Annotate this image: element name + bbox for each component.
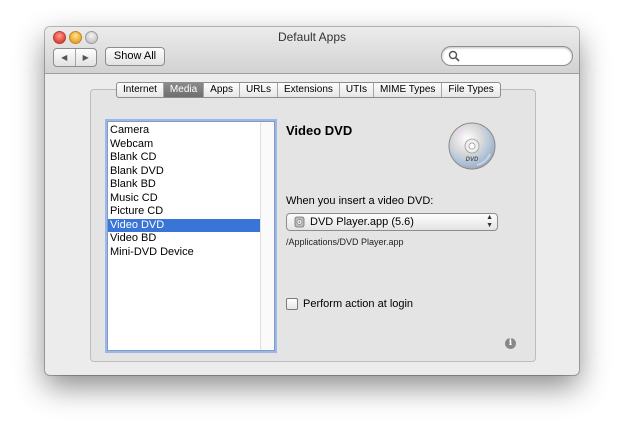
tab-mime-types[interactable]: MIME Types: [373, 83, 441, 97]
forward-button[interactable]: ▶: [74, 49, 97, 66]
list-item[interactable]: Video DVD: [108, 218, 260, 232]
tab-utis[interactable]: UTIs: [338, 83, 373, 97]
dvd-disc-icon: DVD: [448, 122, 496, 170]
perform-at-login-label[interactable]: Perform action at login: [303, 298, 413, 310]
info-icon[interactable]: i: [505, 338, 516, 349]
app-path-label: /Applications/DVD Player.app: [286, 237, 404, 247]
media-type-list[interactable]: Camera Webcam Blank CD Blank DVD Blank BD Mus…: [107, 121, 275, 351]
show-all-button[interactable]: Show All: [105, 47, 165, 66]
toolbar: Default Apps ◀ ▶ Show All: [45, 27, 579, 74]
list-item[interactable]: Blank DVD: [108, 165, 260, 179]
tab-apps[interactable]: Apps: [203, 83, 239, 97]
perform-at-login-row: Perform action at login: [286, 298, 413, 310]
updown-arrows-icon: ▲ ▼: [486, 214, 493, 229]
list-item[interactable]: Blank BD: [108, 178, 260, 192]
list-scrollbar[interactable]: [260, 122, 274, 350]
tab-internet[interactable]: Internet: [117, 83, 163, 97]
svg-text:DVD: DVD: [466, 157, 479, 163]
insert-prompt-label: When you insert a video DVD:: [286, 195, 434, 207]
back-forward-control: ◀ ▶: [53, 48, 97, 67]
media-type-items: Camera Webcam Blank CD Blank DVD Blank BD Mus…: [108, 122, 260, 259]
chevron-right-icon: ▶: [82, 53, 89, 62]
list-item[interactable]: Mini-DVD Device: [108, 246, 260, 260]
tab-bar: Internet Media Apps URLs Extensions UTIs MIME …: [116, 82, 501, 98]
tab-file-types[interactable]: File Types: [441, 83, 499, 97]
chevron-left-icon: ◀: [61, 53, 68, 62]
window-title: Default Apps: [277, 30, 347, 44]
list-item[interactable]: Music CD: [108, 192, 260, 206]
perform-at-login-checkbox[interactable]: [286, 298, 298, 310]
list-item[interactable]: Camera: [108, 124, 260, 138]
list-item[interactable]: Video BD: [108, 232, 260, 246]
app-select-popup[interactable]: DVD Player.app (5.6) ▲ ▼: [286, 213, 498, 231]
default-apps-window: Default Apps ◀ ▶ Show All Internet Media A…: [45, 27, 579, 375]
back-button[interactable]: ◀: [54, 49, 75, 66]
list-item[interactable]: Webcam: [108, 138, 260, 152]
tab-urls[interactable]: URLs: [238, 83, 277, 97]
tab-media[interactable]: Media: [162, 83, 204, 97]
list-item[interactable]: Picture CD: [108, 205, 260, 219]
search-icon: [448, 50, 460, 62]
dvd-player-app-icon: [294, 216, 305, 228]
detail-title: Video DVD: [286, 123, 353, 138]
search-field[interactable]: [441, 46, 573, 66]
tab-extensions[interactable]: Extensions: [276, 83, 339, 97]
list-item[interactable]: Blank CD: [108, 151, 260, 165]
app-select-value: DVD Player.app (5.6): [310, 216, 414, 228]
